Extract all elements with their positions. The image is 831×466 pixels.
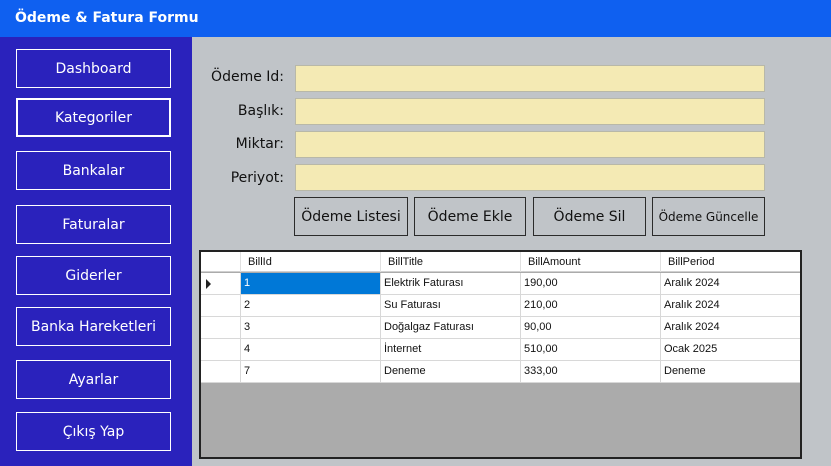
table-row[interactable]: 3 Doğalgaz Faturası 90,00 Aralık 2024 bbox=[201, 317, 800, 339]
cell-billtitle[interactable]: Su Faturası bbox=[381, 295, 521, 316]
table-row[interactable]: 4 İnternet 510,00 Ocak 2025 bbox=[201, 339, 800, 361]
sidebar-item-faturalar[interactable]: Faturalar bbox=[16, 205, 171, 244]
column-header-billperiod[interactable]: BillPeriod bbox=[661, 252, 800, 272]
odeme-listesi-button[interactable]: Ödeme Listesi bbox=[294, 197, 408, 236]
cell-billamount[interactable]: 510,00 bbox=[521, 339, 661, 360]
cell-billtitle[interactable]: Doğalgaz Faturası bbox=[381, 317, 521, 338]
sidebar-item-kategoriler[interactable]: Kategoriler bbox=[16, 98, 171, 137]
column-header-billid[interactable]: BillId bbox=[241, 252, 381, 272]
baslik-label: Başlık: bbox=[237, 103, 284, 119]
cell-billtitle[interactable]: Deneme bbox=[381, 361, 521, 382]
column-header-billtitle[interactable]: BillTitle bbox=[381, 252, 521, 272]
cell-billperiod[interactable]: Deneme bbox=[661, 361, 800, 382]
sidebar-item-dashboard[interactable]: Dashboard bbox=[16, 49, 171, 88]
cell-billid[interactable]: 4 bbox=[241, 339, 381, 360]
grid-corner bbox=[201, 252, 241, 272]
row-header[interactable] bbox=[201, 273, 241, 294]
sidebar-item-giderler[interactable]: Giderler bbox=[16, 256, 171, 295]
sidebar-item-banka-hareketleri[interactable]: Banka Hareketleri bbox=[16, 307, 171, 346]
miktar-input[interactable] bbox=[295, 131, 765, 158]
cell-billtitle[interactable]: Elektrik Faturası bbox=[381, 273, 521, 294]
odeme-id-label: Ödeme Id: bbox=[211, 69, 284, 85]
row-header[interactable] bbox=[201, 317, 241, 338]
row-header[interactable] bbox=[201, 339, 241, 360]
sidebar-item-ayarlar[interactable]: Ayarlar bbox=[16, 360, 171, 399]
main-content: Ödeme Id: Başlık: Miktar: Periyot: Ödeme… bbox=[192, 37, 831, 466]
cell-billperiod[interactable]: Ocak 2025 bbox=[661, 339, 800, 360]
cell-billamount[interactable]: 90,00 bbox=[521, 317, 661, 338]
cell-billamount[interactable]: 333,00 bbox=[521, 361, 661, 382]
periyot-input[interactable] bbox=[295, 164, 765, 191]
sidebar-item-bankalar[interactable]: Bankalar bbox=[16, 151, 171, 190]
sidebar-item-cikis-yap[interactable]: Çıkış Yap bbox=[16, 412, 171, 451]
cell-billperiod[interactable]: Aralık 2024 bbox=[661, 317, 800, 338]
odeme-ekle-button[interactable]: Ödeme Ekle bbox=[414, 197, 526, 236]
cell-billperiod[interactable]: Aralık 2024 bbox=[661, 273, 800, 294]
window-title: Ödeme & Fatura Formu bbox=[0, 0, 831, 37]
row-header[interactable] bbox=[201, 295, 241, 316]
odeme-sil-button[interactable]: Ödeme Sil bbox=[533, 197, 646, 236]
cell-billid[interactable]: 2 bbox=[241, 295, 381, 316]
cell-billid[interactable]: 7 bbox=[241, 361, 381, 382]
grid-header: BillId BillTitle BillAmount BillPeriod bbox=[201, 252, 800, 272]
current-row-arrow-icon bbox=[206, 279, 211, 289]
sidebar: Dashboard Kategoriler Bankalar Faturalar… bbox=[0, 37, 192, 466]
miktar-label: Miktar: bbox=[235, 136, 284, 152]
bills-grid[interactable]: BillId BillTitle BillAmount BillPeriod 1… bbox=[199, 250, 802, 459]
table-row[interactable]: 1 Elektrik Faturası 190,00 Aralık 2024 bbox=[201, 273, 800, 295]
cell-billtitle[interactable]: İnternet bbox=[381, 339, 521, 360]
cell-billid[interactable]: 3 bbox=[241, 317, 381, 338]
table-row[interactable]: 2 Su Faturası 210,00 Aralık 2024 bbox=[201, 295, 800, 317]
cell-billperiod[interactable]: Aralık 2024 bbox=[661, 295, 800, 316]
cell-billid[interactable]: 1 bbox=[241, 273, 381, 294]
cell-billamount[interactable]: 210,00 bbox=[521, 295, 661, 316]
odeme-guncelle-button[interactable]: Ödeme Güncelle bbox=[652, 197, 765, 236]
cell-billamount[interactable]: 190,00 bbox=[521, 273, 661, 294]
table-row[interactable]: 7 Deneme 333,00 Deneme bbox=[201, 361, 800, 383]
baslik-input[interactable] bbox=[295, 98, 765, 125]
column-header-billamount[interactable]: BillAmount bbox=[521, 252, 661, 272]
periyot-label: Periyot: bbox=[230, 170, 284, 186]
row-header[interactable] bbox=[201, 361, 241, 382]
odeme-id-input[interactable] bbox=[295, 65, 765, 92]
